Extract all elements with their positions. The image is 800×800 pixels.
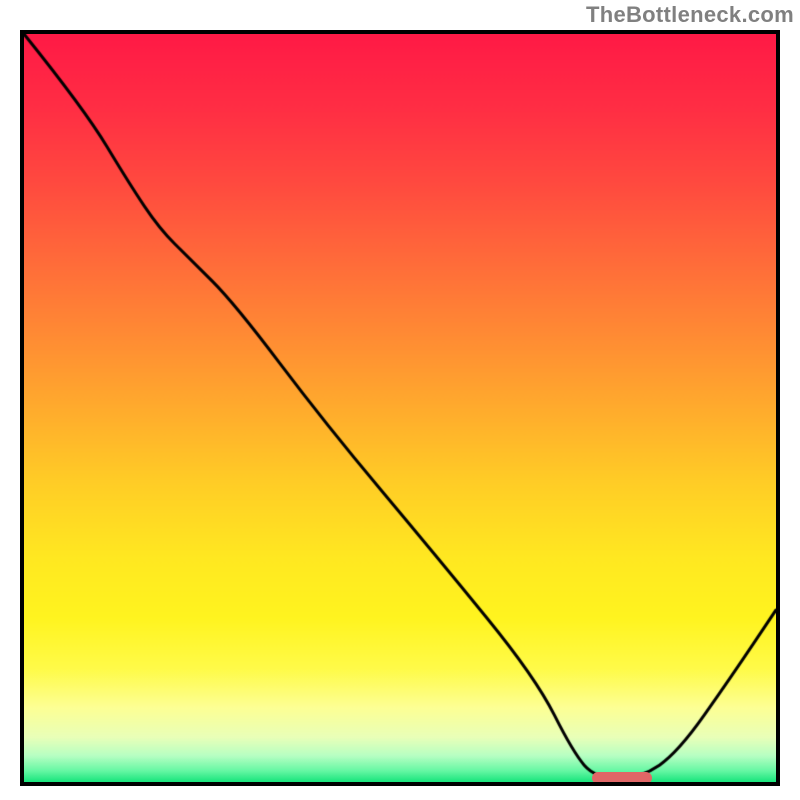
optimal-marker [592, 772, 652, 784]
data-curve [24, 34, 776, 782]
plot-area [20, 30, 780, 786]
chart-frame: TheBottleneck.com [0, 0, 800, 800]
watermark-label: TheBottleneck.com [586, 2, 794, 28]
